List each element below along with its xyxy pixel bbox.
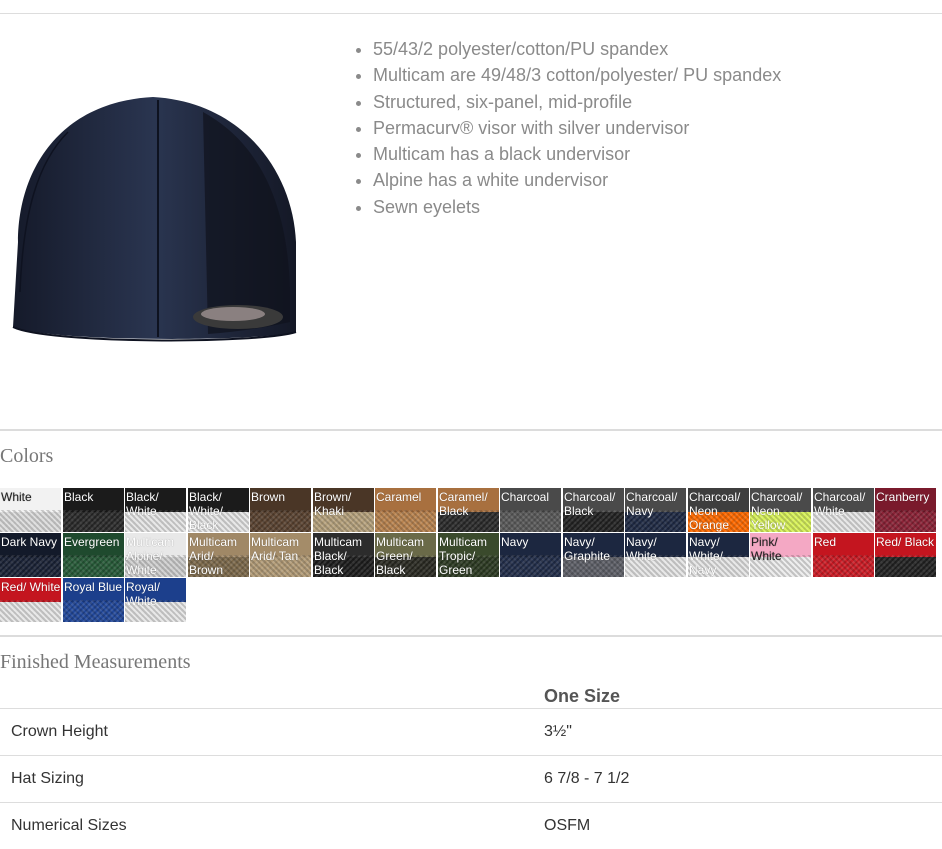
measurement-value: 6 7/8 - 7 1/2: [544, 756, 942, 803]
color-swatch-label: Brown: [251, 490, 285, 504]
color-swatch[interactable]: Black: [63, 488, 124, 532]
color-swatch-label: Pink/ White: [751, 535, 782, 563]
color-swatch[interactable]: Multicam Arid/ Tan: [250, 533, 311, 577]
color-swatch[interactable]: White: [0, 488, 61, 532]
swatch-texture: [63, 510, 124, 532]
color-swatch[interactable]: Black/ White/ Black: [188, 488, 249, 532]
color-swatch[interactable]: Charcoal/ White: [813, 488, 874, 532]
color-swatch[interactable]: Navy/ White: [625, 533, 686, 577]
swatch-texture: [0, 600, 61, 622]
color-swatch[interactable]: Evergreen: [63, 533, 124, 577]
measurement-label: Hat Sizing: [0, 756, 544, 803]
color-swatch-label: White: [1, 490, 32, 504]
color-swatch-label: Red/ White: [1, 580, 60, 594]
measurement-label: Numerical Sizes: [0, 803, 544, 849]
swatch-texture: [0, 555, 61, 577]
measurements-divider: [0, 635, 942, 637]
colors-divider: [0, 429, 942, 431]
swatch-texture: [250, 510, 311, 532]
feature-item: 55/43/2 polyester/cotton/PU spandex: [373, 36, 781, 62]
swatch-texture: [375, 510, 436, 532]
color-swatch[interactable]: Dark Navy: [0, 533, 61, 577]
color-swatch[interactable]: Caramel/ Black: [438, 488, 499, 532]
feature-item: Permacurv® visor with silver undervisor: [373, 115, 781, 141]
color-swatch[interactable]: Red/ Black: [875, 533, 936, 577]
swatch-texture: [500, 510, 561, 532]
measurements-header-empty: [0, 684, 544, 709]
color-swatch[interactable]: Multicam Black/ Black: [313, 533, 374, 577]
color-swatch[interactable]: Charcoal: [500, 488, 561, 532]
color-swatch[interactable]: Black/ White: [125, 488, 186, 532]
swatch-texture: [63, 555, 124, 577]
measurements-header-row: One Size: [0, 684, 942, 709]
colors-title: Colors: [0, 445, 53, 468]
measurement-value: 3½": [544, 709, 942, 756]
product-image-cap: [8, 92, 300, 348]
feature-item: Multicam are 49/48/3 cotton/polyester/ P…: [373, 62, 781, 88]
color-swatch-label: Royal Blue: [64, 580, 122, 594]
feature-list: 55/43/2 polyester/cotton/PU spandex Mult…: [355, 36, 781, 220]
color-swatch-label: Black: [64, 490, 93, 504]
color-swatch[interactable]: Charcoal/ Neon Orange: [688, 488, 749, 532]
color-swatch-label: Charcoal: [501, 490, 549, 504]
color-swatch[interactable]: Charcoal/ Neon Yellow: [750, 488, 811, 532]
color-swatch-label: Royal/ White: [126, 580, 160, 608]
color-swatch[interactable]: Charcoal/ Navy: [625, 488, 686, 532]
feature-item: Sewn eyelets: [373, 194, 781, 220]
top-divider: [0, 13, 942, 14]
color-swatch-label: Caramel: [376, 490, 421, 504]
color-swatch[interactable]: Red/ White: [0, 578, 61, 622]
color-swatch-label: Black/ White/ Black: [189, 490, 223, 532]
feature-item: Structured, six-panel, mid-profile: [373, 89, 781, 115]
table-row: Hat Sizing 6 7/8 - 7 1/2: [0, 756, 942, 803]
color-swatch-label: Navy/ Graphite: [564, 535, 610, 563]
color-swatch-label: Red/ Black: [876, 535, 934, 549]
color-swatch[interactable]: Red: [813, 533, 874, 577]
swatch-texture: [875, 510, 936, 532]
color-swatch-label: Evergreen: [64, 535, 119, 549]
swatch-texture: [875, 555, 936, 577]
color-swatch[interactable]: Multicam Arid/ Brown: [188, 533, 249, 577]
measurement-label: Crown Height: [0, 709, 544, 756]
color-swatch[interactable]: Royal Blue: [63, 578, 124, 622]
color-swatch[interactable]: Navy: [500, 533, 561, 577]
color-swatch[interactable]: Brown: [250, 488, 311, 532]
table-row: Crown Height 3½": [0, 709, 942, 756]
color-swatch[interactable]: Royal/ White: [125, 578, 186, 622]
color-swatch-label: Navy: [501, 535, 528, 549]
measurement-value: OSFM: [544, 803, 942, 849]
color-swatch-label: Multicam Arid/ Tan: [251, 535, 299, 563]
color-swatch[interactable]: Caramel: [375, 488, 436, 532]
swatch-texture: [63, 600, 124, 622]
color-swatch[interactable]: Brown/ Khaki: [313, 488, 374, 532]
color-swatch[interactable]: Navy/ Graphite: [563, 533, 624, 577]
color-swatch-label: Black/ White: [126, 490, 159, 518]
color-swatch[interactable]: Cranberry: [875, 488, 936, 532]
swatch-texture: [813, 555, 874, 577]
table-row: Numerical Sizes OSFM: [0, 803, 942, 849]
color-swatch-label: Cranberry: [876, 490, 929, 504]
color-swatch[interactable]: Charcoal/ Black: [563, 488, 624, 532]
color-swatch-label: Navy/ White: [626, 535, 657, 563]
swatch-texture: [0, 510, 61, 532]
feature-item: Multicam has a black undervisor: [373, 141, 781, 167]
measurements-header-size: One Size: [544, 684, 942, 709]
color-swatch[interactable]: Navy/ White/ Navy: [688, 533, 749, 577]
color-swatch[interactable]: Multicam Tropic/ Green: [438, 533, 499, 577]
color-swatch[interactable]: Multicam Alpine/ White: [125, 533, 186, 577]
feature-item: Alpine has a white undervisor: [373, 167, 781, 193]
color-swatch-label: Dark Navy: [1, 535, 57, 549]
color-swatch[interactable]: Multicam Green/ Black: [375, 533, 436, 577]
measurements-table: One Size Crown Height 3½" Hat Sizing 6 7…: [0, 684, 942, 849]
swatch-texture: [500, 555, 561, 577]
color-swatch[interactable]: Pink/ White: [750, 533, 811, 577]
color-swatch-label: Red: [814, 535, 836, 549]
measurements-title: Finished Measurements: [0, 651, 191, 674]
